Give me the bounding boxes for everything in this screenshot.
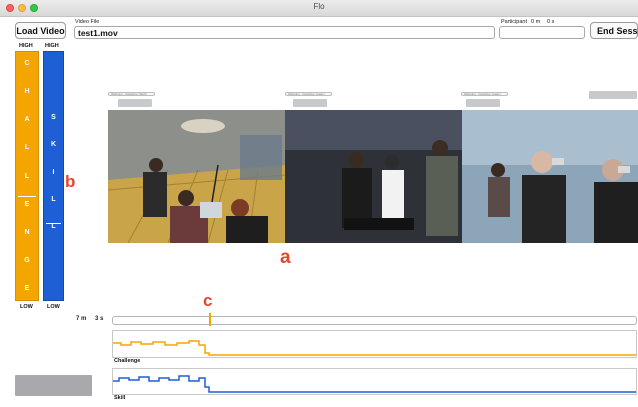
skill-letter: S <box>51 114 56 121</box>
video-frame[interactable] <box>108 110 638 243</box>
annotation-c: c <box>203 291 213 310</box>
challenge-letter: E <box>24 285 30 292</box>
video-file-label: Video File <box>75 19 100 25</box>
skill-slider[interactable]: SKILL <box>43 51 64 301</box>
challenge-letter: N <box>24 228 30 236</box>
skill-letter: K <box>50 141 57 149</box>
challenge-level-marker[interactable] <box>18 195 36 197</box>
challenge-letter: G <box>24 256 30 264</box>
video-tab-2[interactable]: Webcam - Facetime (Later) <box>285 92 332 96</box>
challenge-letters: C H A L L E N G E <box>16 60 38 292</box>
bottom-left-button[interactable] <box>15 375 92 396</box>
challenge-letter: L <box>24 144 30 152</box>
video-placeholder-1 <box>118 99 152 107</box>
challenge-high-label: HIGH <box>19 43 33 49</box>
challenge-plot-line <box>113 340 636 356</box>
video-placeholder-2 <box>293 99 327 107</box>
challenge-letter: C <box>24 60 30 67</box>
participant-seconds: 0 s <box>547 19 555 25</box>
skill-plot-line <box>113 375 636 393</box>
skill-level-marker[interactable] <box>46 223 61 225</box>
annotation-b: b <box>65 172 76 191</box>
skill-plot <box>112 368 637 395</box>
window-title: Flo <box>313 2 325 11</box>
skill-low-label: LOW <box>47 304 60 310</box>
video-tab-3[interactable]: Webcam - Facetime (Later) <box>461 92 508 96</box>
participant-minutes: 0 m <box>531 19 541 25</box>
challenge-letter: L <box>24 172 30 180</box>
timeline-playhead[interactable] <box>209 313 211 326</box>
timeline-seconds: 3 s <box>95 316 104 322</box>
skill-letter: I <box>52 168 55 176</box>
load-video-button[interactable]: Load Video <box>15 22 66 39</box>
video-image <box>108 110 638 243</box>
challenge-letter: A <box>24 116 30 124</box>
video-file-field[interactable]: test1.mov <box>74 26 495 39</box>
video-placeholder-4 <box>589 91 637 99</box>
skill-high-label: HIGH <box>45 43 59 49</box>
challenge-low-label: LOW <box>20 304 33 310</box>
video-placeholder-3 <box>466 99 500 107</box>
annotation-a: a <box>280 247 291 268</box>
skill-letter: L <box>51 195 56 203</box>
challenge-plot <box>112 330 637 358</box>
window-titlebar: Flo <box>0 0 638 17</box>
timeline-minutes: 7 m <box>76 316 87 322</box>
challenge-slider[interactable]: C H A L L E N G E <box>15 51 39 301</box>
skill-plot-label: Skill <box>114 395 126 401</box>
challenge-letter: H <box>24 88 30 96</box>
end-session-button[interactable]: End Session <box>590 22 638 39</box>
challenge-letter: E <box>24 200 30 208</box>
participant-field[interactable] <box>499 26 585 39</box>
challenge-plot-label: Challenge <box>114 358 141 364</box>
skill-letters: SKILL <box>44 114 63 230</box>
timeline-scrubber[interactable] <box>112 316 637 325</box>
video-tab-1[interactable]: Webcam - Facetime (Web) <box>108 92 155 96</box>
participant-label: Participant <box>501 19 527 25</box>
